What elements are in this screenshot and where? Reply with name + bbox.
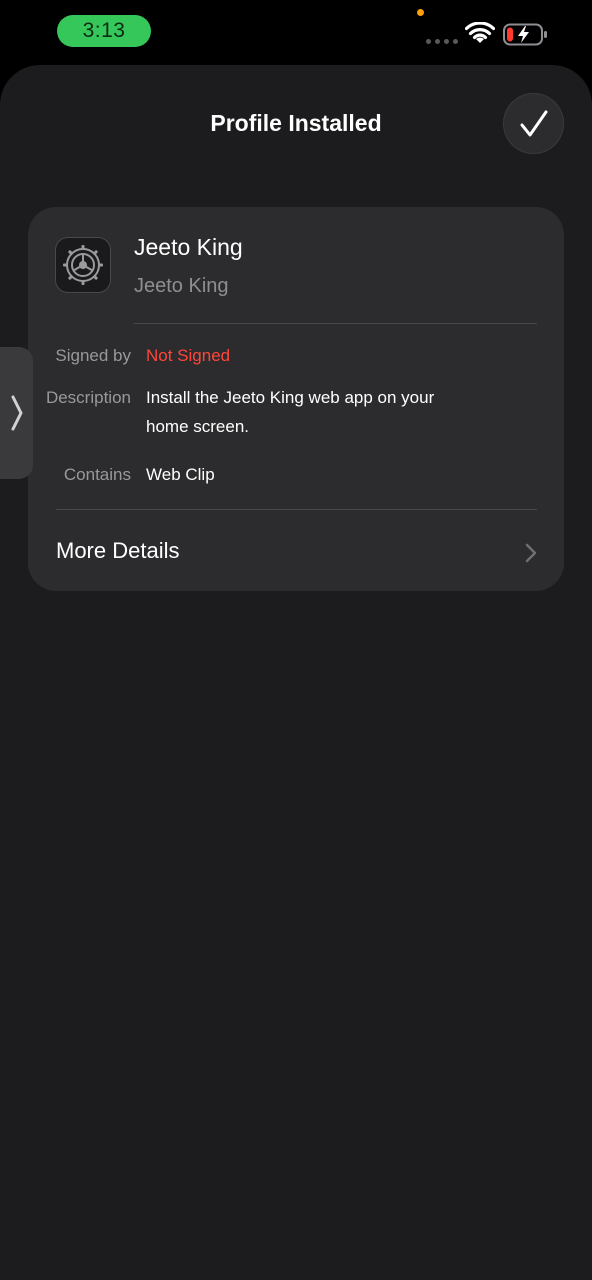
description-value: Install the Jeeto King web app on your h… xyxy=(146,388,435,436)
privacy-indicator-icon xyxy=(417,9,424,16)
battery-charging-icon xyxy=(503,23,547,46)
divider xyxy=(134,323,537,324)
screen: 3:13 Profile Installed Jeeto King Jeeto … xyxy=(0,0,592,1280)
chevron-right-icon xyxy=(11,395,22,431)
cellular-signal-icon xyxy=(426,39,458,44)
more-details-label: More Details xyxy=(56,538,180,563)
contains-value: Web Clip xyxy=(146,465,215,484)
profile-subtitle: Jeeto King xyxy=(134,275,229,297)
done-button[interactable] xyxy=(503,93,564,154)
checkmark-icon xyxy=(520,110,547,136)
status-time[interactable]: 3:13 xyxy=(57,15,151,47)
more-details-row[interactable]: More Details xyxy=(28,510,564,590)
status-bar: 3:13 xyxy=(0,0,592,62)
settings-gear-icon xyxy=(55,237,111,293)
side-panel-handle[interactable] xyxy=(0,347,33,479)
wifi-icon xyxy=(465,22,495,43)
chevron-right-icon xyxy=(525,543,537,563)
profile-name: Jeeto King xyxy=(134,234,243,260)
signed-by-value: Not Signed xyxy=(146,346,231,365)
